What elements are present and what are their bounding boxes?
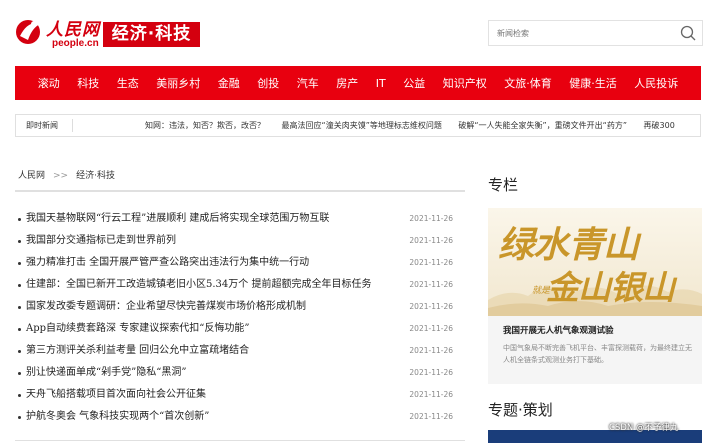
list-item[interactable]: 我国天基物联网“行云工程”进展顺利 建成后将实现全球范围万物互联 2021-11-…	[18, 208, 458, 230]
site-header: 人民网 people.cn 经济·科技	[0, 0, 719, 66]
news-date: 2021-11-26	[409, 368, 453, 377]
nav-item-venture[interactable]: 创投	[257, 75, 279, 91]
news-list: 我国天基物联网“行云工程”进展顺利 建成后将实现全球范围万物互联 2021-11-…	[18, 208, 458, 428]
news-date: 2021-11-26	[409, 302, 453, 311]
feature-title[interactable]: 我国开展无人机气象观测试验	[503, 324, 614, 336]
news-title[interactable]: 天舟飞船搭载项目首次面向社会公开征集	[26, 384, 206, 406]
news-title[interactable]: 强力精准打击 全国开展严管严查公路突出违法行为集中统一行动	[26, 252, 309, 274]
list-bottom-divider	[15, 440, 465, 441]
nav-item-ecology[interactable]: 生态	[117, 75, 139, 91]
ticker-item[interactable]: 再破300	[644, 121, 675, 130]
nav-item-scroll[interactable]: 滚动	[38, 75, 60, 91]
news-date: 2021-11-26	[409, 346, 453, 355]
people-logo-icon	[16, 20, 40, 44]
bullet-icon	[18, 262, 21, 265]
search-icon[interactable]	[680, 25, 696, 41]
ticker-items: 知网：违法，知否？欺否，改否？ 最高法回应“潼关肉夹馍”等地理标志维权问题 破解…	[145, 115, 689, 136]
news-title[interactable]: 护航冬奥会 气象科技实现两个“首次创新”	[26, 406, 209, 428]
ticker-item[interactable]: 最高法回应“潼关肉夹馍”等地理标志维权问题	[282, 121, 442, 130]
watermark: CSDN @不予律九	[609, 423, 679, 433]
breadcrumb-current[interactable]: 经济·科技	[76, 171, 115, 181]
news-date: 2021-11-26	[409, 324, 453, 333]
nav-item-ip[interactable]: 知识产权	[443, 75, 487, 91]
main-nav: 滚动 科技 生态 美丽乡村 金融 创投 汽车 房产 IT 公益 知识产权 文旅·…	[15, 66, 701, 100]
logo-text: 人民网	[46, 20, 100, 40]
bullet-icon	[18, 328, 21, 331]
bullet-icon	[18, 372, 21, 375]
list-item[interactable]: 强力精准打击 全国开展严管严查公路突出违法行为集中统一行动 2021-11-26	[18, 252, 458, 274]
nav-item-countryside[interactable]: 美丽乡村	[156, 75, 200, 91]
list-item[interactable]: App自动续费套路深 专家建议探索代扣“反悔功能” 2021-11-26	[18, 318, 458, 340]
news-title[interactable]: 我国天基物联网“行云工程”进展顺利 建成后将实现全球范围万物互联	[26, 208, 329, 230]
list-item[interactable]: 别让快递面单成“剁手党”隐私“黑洞” 2021-11-26	[18, 362, 458, 384]
ticker-item[interactable]: 破解“一人失能全家失衡”，重磅文件开出“药方”	[458, 121, 627, 130]
news-date: 2021-11-26	[409, 390, 453, 399]
channel-name[interactable]: 经济·科技	[103, 22, 200, 47]
logo-domain: people.cn	[52, 38, 99, 49]
nav-item-complaint[interactable]: 人民投诉	[634, 75, 678, 91]
list-item[interactable]: 国家发改委专题调研：企业希望尽快完善煤炭市场价格形成机制 2021-11-26	[18, 296, 458, 318]
list-item[interactable]: 我国部分交通指标已走到世界前列 2021-11-26	[18, 230, 458, 252]
nav-item-auto[interactable]: 汽车	[297, 75, 319, 91]
nav-item-tech[interactable]: 科技	[77, 75, 99, 91]
bullet-icon	[18, 306, 21, 309]
topics-section-title: 专题·策划	[488, 401, 553, 419]
nav-item-finance[interactable]: 金融	[218, 75, 240, 91]
search-box	[488, 20, 703, 46]
list-item[interactable]: 第三方测评关杀利益考量 回归公允中立富疏堵结合 2021-11-26	[18, 340, 458, 362]
nav-item-house[interactable]: 房产	[336, 75, 358, 91]
feature-calligraphy-line2: 金山银山	[546, 268, 675, 307]
news-title[interactable]: 我国部分交通指标已走到世界前列	[26, 230, 176, 252]
feature-card[interactable]: 绿水青山 就是 金山银山 我国开展无人机气象观测试验 中国气象局不断完善飞机平台…	[488, 208, 702, 384]
search-input[interactable]	[489, 21, 669, 45]
news-title[interactable]: 第三方测评关杀利益考量 回归公允中立富疏堵结合	[26, 340, 249, 362]
bullet-icon	[18, 240, 21, 243]
breadcrumb: 人民网 >> 经济·科技	[18, 168, 115, 181]
list-item[interactable]: 护航冬奥会 气象科技实现两个“首次创新” 2021-11-26	[18, 406, 458, 428]
nav-item-charity[interactable]: 公益	[403, 75, 425, 91]
bullet-icon	[18, 218, 21, 221]
news-title[interactable]: 别让快递面单成“剁手党”隐私“黑洞”	[26, 362, 186, 384]
breadcrumb-separator: >>	[53, 171, 69, 181]
news-title[interactable]: 住建部：全国已新开工改造城镇老旧小区5.34万个 提前超额完成全年目标任务	[26, 274, 371, 296]
ticker-label: 即时新闻	[26, 121, 58, 130]
people-logo[interactable]: 人民网 people.cn	[14, 14, 100, 54]
news-date: 2021-11-26	[409, 280, 453, 289]
nav-item-it[interactable]: IT	[376, 77, 386, 90]
nav-item-culture-sports[interactable]: 文旅·体育	[504, 75, 552, 91]
feature-image[interactable]: 绿水青山 就是 金山银山	[488, 208, 702, 316]
news-date: 2021-11-26	[409, 258, 453, 267]
news-date: 2021-11-26	[409, 236, 453, 245]
breadcrumb-divider	[15, 190, 465, 192]
ticker-divider	[72, 119, 73, 132]
bullet-icon	[18, 394, 21, 397]
news-title[interactable]: 国家发改委专题调研：企业希望尽快完善煤炭市场价格形成机制	[26, 296, 306, 318]
list-item[interactable]: 住建部：全国已新开工改造城镇老旧小区5.34万个 提前超额完成全年目标任务 202…	[18, 274, 458, 296]
ticker-item[interactable]: 知网：违法，知否？欺否，改否？	[145, 121, 265, 130]
news-date: 2021-11-26	[409, 412, 453, 421]
breadcrumb-home[interactable]: 人民网	[18, 171, 45, 181]
news-date: 2021-11-26	[409, 214, 453, 223]
news-ticker: 即时新闻 知网：违法，知否？欺否，改否？ 最高法回应“潼关肉夹馍”等地理标志维权…	[15, 114, 701, 137]
column-section-title: 专栏	[488, 176, 519, 194]
bullet-icon	[18, 284, 21, 287]
news-title[interactable]: App自动续费套路深 专家建议探索代扣“反悔功能”	[26, 318, 249, 340]
bullet-icon	[18, 416, 21, 419]
bullet-icon	[18, 350, 21, 353]
nav-item-health[interactable]: 健康·生活	[569, 75, 617, 91]
feature-description: 中国气象局不断完善飞机平台、丰富探测载荷，为最终建立无人机全链条式观测业务打下基…	[503, 344, 692, 364]
list-item[interactable]: 天舟飞船搭载项目首次面向社会公开征集 2021-11-26	[18, 384, 458, 406]
